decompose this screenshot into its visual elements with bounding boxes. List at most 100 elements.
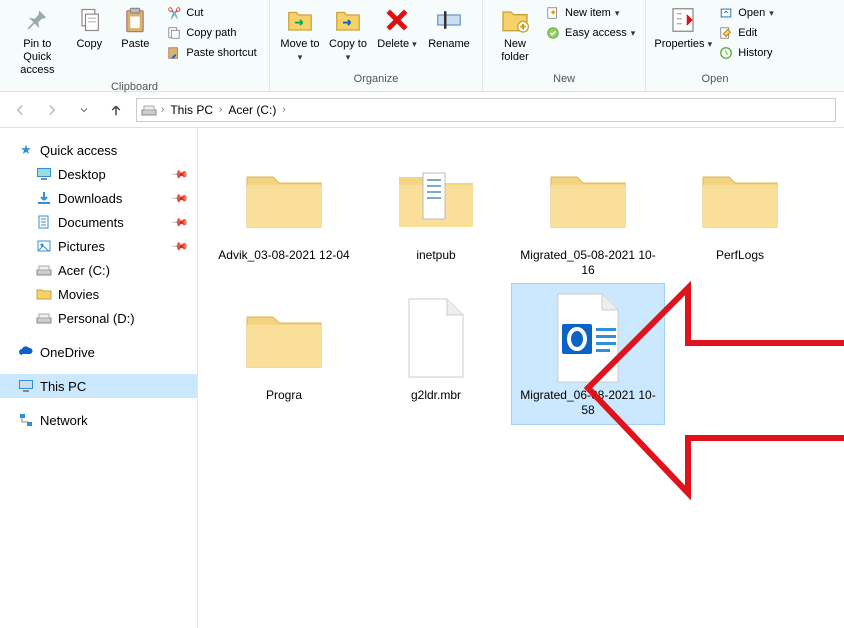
paste-button[interactable]: Paste (112, 2, 158, 53)
sidebar-label: Pictures (58, 239, 105, 254)
sidebar-item-pictures[interactable]: Pictures 📌 (0, 234, 197, 258)
file-label: Advik_03-08-2021 12-04 (218, 248, 349, 263)
nav-up-button[interactable] (104, 98, 128, 122)
easy-access-button[interactable]: Easy access ▾ (541, 24, 639, 42)
sidebar-item-quick-access[interactable]: ★ Quick access (0, 138, 197, 162)
paste-shortcut-button[interactable]: Paste shortcut (162, 44, 260, 62)
sidebar-item-onedrive[interactable]: OneDrive (0, 340, 197, 364)
svg-text:✦: ✦ (549, 8, 557, 18)
file-label: Migrated_06-08-2021 10-58 (518, 388, 658, 418)
sidebar-item-acer[interactable]: Acer (C:) (0, 258, 197, 282)
properties-button[interactable]: Properties ▾ (652, 2, 714, 53)
chevron-down-icon: ▾ (769, 8, 774, 19)
copy-label: Copy (76, 38, 102, 51)
file-item[interactable]: Migrated_06-08-2021 10-58 (512, 284, 664, 424)
rename-icon (433, 4, 465, 36)
sidebar-label: Documents (58, 215, 124, 230)
properties-icon (667, 4, 699, 36)
new-folder-label: New folder (491, 38, 539, 64)
sidebar-item-thispc[interactable]: This PC (0, 374, 197, 398)
properties-label: Properties ▾ (654, 38, 712, 51)
open-group-label: Open (702, 71, 729, 89)
file-label: g2ldr.mbr (411, 388, 461, 403)
cut-button[interactable]: ✂️ Cut (162, 4, 260, 22)
pin-label: Pin to Quick access (10, 38, 64, 77)
delete-icon (381, 4, 413, 36)
breadcrumb-thispc[interactable]: This PC (168, 103, 215, 117)
nav-back-button[interactable] (8, 98, 32, 122)
file-label: inetpub (416, 248, 455, 263)
downloads-icon (36, 190, 52, 206)
new-group-label: New (553, 71, 575, 89)
edit-label: Edit (738, 27, 757, 39)
copy-icon (73, 4, 105, 36)
easy-access-icon (545, 25, 561, 41)
sidebar-item-personal[interactable]: Personal (D:) (0, 306, 197, 330)
nav-recent-button[interactable] (72, 98, 96, 122)
ribbon-group-organize: Move to ▾ Copy to ▾ Delete ▾ Rename (270, 0, 483, 91)
sidebar-label: OneDrive (40, 345, 95, 360)
nav-forward-button[interactable] (40, 98, 64, 122)
file-label: PerfLogs (716, 248, 764, 263)
outlook-icon (540, 290, 636, 386)
pin-to-quick-access-button[interactable]: Pin to Quick access (8, 2, 66, 79)
ribbon-group-clipboard: Pin to Quick access Copy Paste ✂️ Cut (0, 0, 270, 91)
copy-button[interactable]: Copy (66, 2, 112, 53)
desktop-icon (36, 166, 52, 182)
move-to-button[interactable]: Move to ▾ (276, 2, 324, 66)
rename-button[interactable]: Rename (422, 2, 476, 53)
open-icon (718, 5, 734, 21)
open-label: Open (738, 7, 765, 19)
sidebar-item-documents[interactable]: Documents 📌 (0, 210, 197, 234)
new-folder-button[interactable]: New folder (489, 2, 541, 66)
pin-icon: 📌 (171, 213, 190, 232)
sidebar-label: Desktop (58, 167, 106, 182)
drive-icon (141, 102, 157, 118)
sidebar-label: Network (40, 413, 88, 428)
file-item[interactable]: g2ldr.mbr (360, 284, 512, 424)
sidebar-label: Personal (D:) (58, 311, 135, 326)
pictures-icon (36, 238, 52, 254)
documents-icon (36, 214, 52, 230)
sidebar-label: Movies (58, 287, 99, 302)
address-bar: › This PC › Acer (C:) › (0, 92, 844, 128)
file-list[interactable]: Advik_03-08-2021 12-04 inetpub Migrated_05… (198, 128, 844, 628)
easy-access-label: Easy access (565, 27, 627, 39)
sidebar-item-movies[interactable]: Movies (0, 282, 197, 306)
paste-icon (119, 4, 151, 36)
breadcrumb-drive[interactable]: Acer (C:) (226, 103, 278, 117)
sidebar-item-downloads[interactable]: Downloads 📌 (0, 186, 197, 210)
file-item[interactable]: PerfLogs (664, 144, 816, 284)
history-button[interactable]: History (714, 44, 777, 62)
sidebar-item-desktop[interactable]: Desktop 📌 (0, 162, 197, 186)
file-label: Progra (266, 388, 302, 403)
pin-icon: 📌 (171, 189, 190, 208)
file-item[interactable]: Progra (208, 284, 360, 424)
pin-icon: 📌 (171, 165, 190, 184)
new-folder-icon (499, 4, 531, 36)
open-button[interactable]: Open ▾ (714, 4, 777, 22)
file-item[interactable]: inetpub (360, 144, 512, 284)
new-item-button[interactable]: ✦ New item ▾ (541, 4, 639, 22)
history-icon (718, 45, 734, 61)
copy-to-label: Copy to ▾ (326, 38, 370, 64)
breadcrumb[interactable]: › This PC › Acer (C:) › (136, 98, 836, 122)
folder-icon (236, 290, 332, 386)
sidebar-label: Acer (C:) (58, 263, 110, 278)
move-to-label: Move to ▾ (278, 38, 322, 64)
delete-button[interactable]: Delete ▾ (372, 2, 422, 53)
rename-label: Rename (428, 38, 470, 51)
copy-path-button[interactable]: Copy path (162, 24, 260, 42)
sidebar-item-network[interactable]: Network (0, 408, 197, 432)
ribbon-group-open: Properties ▾ Open ▾ Edit (646, 0, 783, 91)
drive-icon (36, 262, 52, 278)
copy-path-icon (166, 25, 182, 41)
copy-to-button[interactable]: Copy to ▾ (324, 2, 372, 66)
computer-icon (18, 378, 34, 394)
edit-button[interactable]: Edit (714, 24, 777, 42)
file-item[interactable]: Advik_03-08-2021 12-04 (208, 144, 360, 284)
file-item[interactable]: Migrated_05-08-2021 10-16 (512, 144, 664, 284)
network-icon (18, 412, 34, 428)
delete-label: Delete ▾ (377, 38, 416, 51)
file-label: Migrated_05-08-2021 10-16 (518, 248, 658, 278)
